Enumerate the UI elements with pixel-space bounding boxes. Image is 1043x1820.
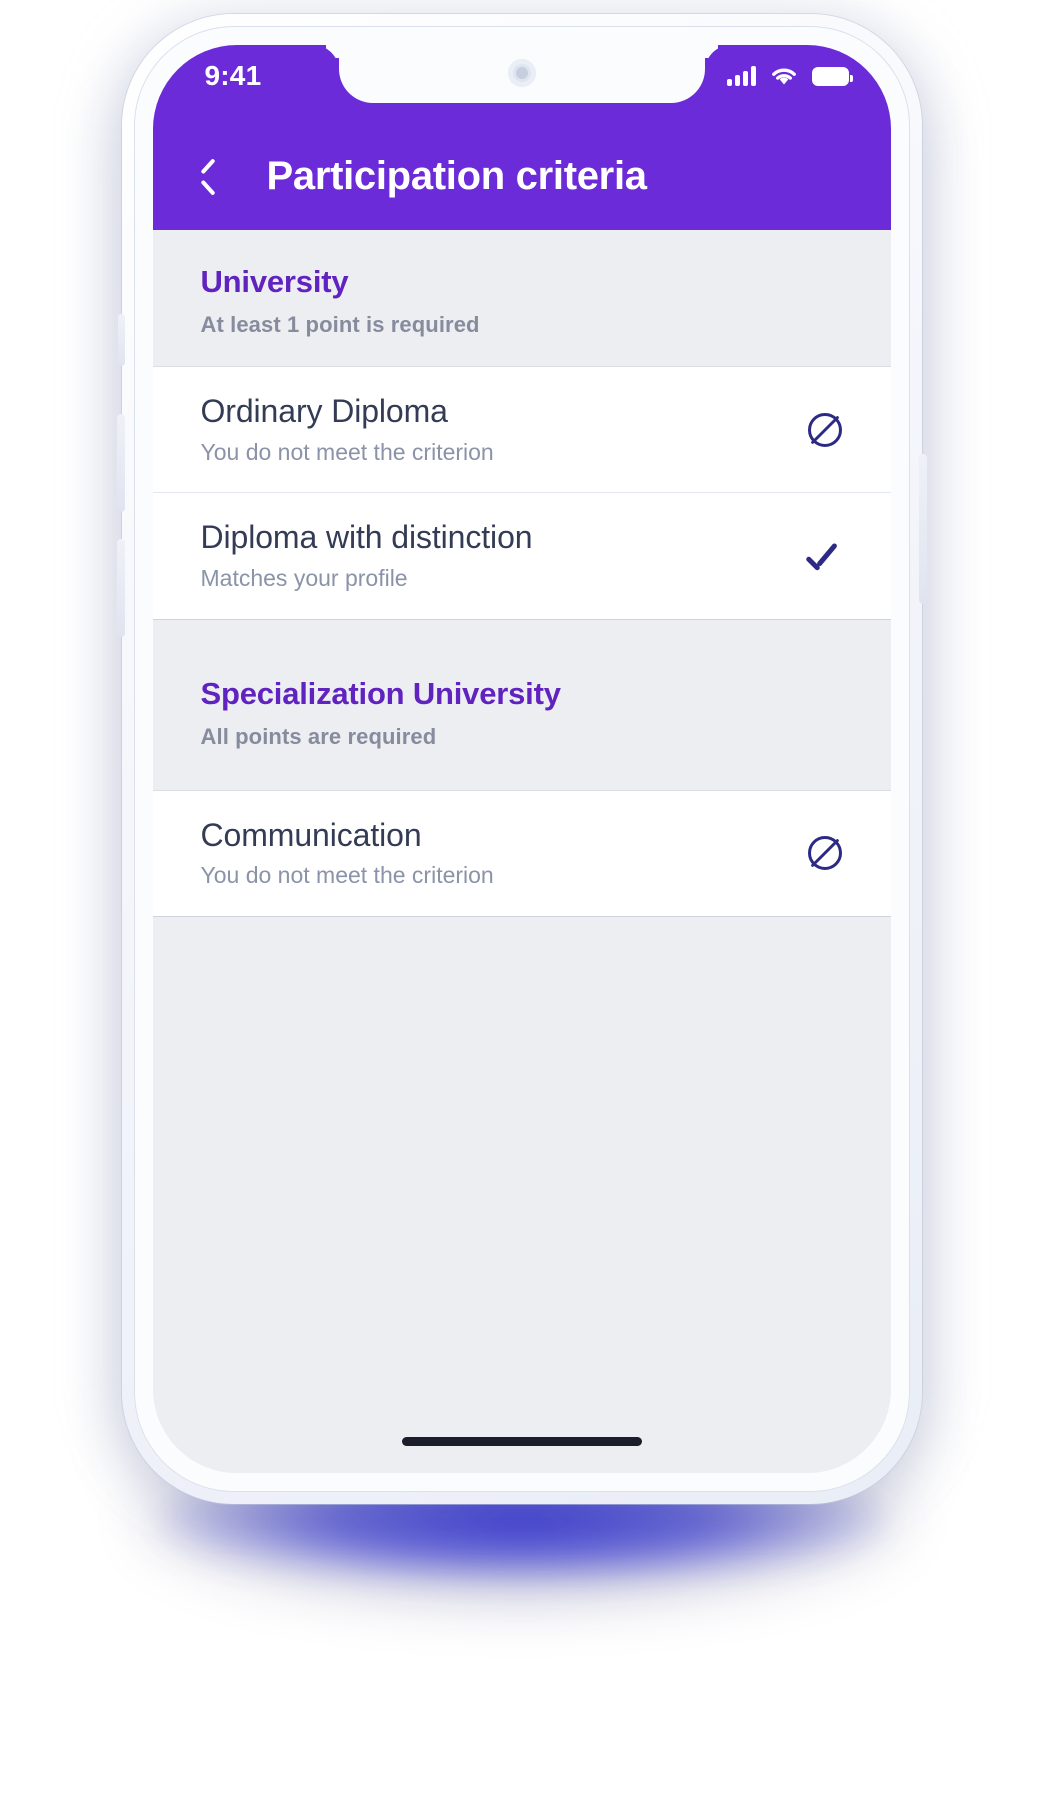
header-title-row: Participation criteria xyxy=(153,137,891,215)
list-item-title: Communication xyxy=(200,816,422,853)
list-item-subtitle: Matches your profile xyxy=(200,565,408,592)
list-item-text: Ordinary Diploma You do not meet the cri… xyxy=(201,393,799,466)
circle-slash-icon xyxy=(807,412,842,447)
list-item[interactable]: Diploma with distinction Matches your pr… xyxy=(152,492,891,619)
list-item[interactable]: Communication You do not meet the criter… xyxy=(152,790,891,917)
phone-screen: 9:41 Participation criteria University A… xyxy=(152,45,891,1473)
wifi-icon xyxy=(771,68,796,85)
silent-switch[interactable] xyxy=(117,314,125,366)
status-indicators xyxy=(726,65,853,87)
home-indicator[interactable] xyxy=(401,1436,642,1446)
section-items-specialization-university: Communication You do not meet the criter… xyxy=(152,789,891,918)
signal-icon xyxy=(726,66,756,86)
volume-up-button[interactable] xyxy=(116,414,125,512)
device-notch xyxy=(338,45,705,103)
list-item[interactable]: Ordinary Diploma You do not meet the cri… xyxy=(152,367,891,493)
status-icon-slot xyxy=(799,530,851,582)
battery-icon xyxy=(811,66,853,86)
check-icon xyxy=(806,542,844,570)
list-item-subtitle: You do not meet the criterion xyxy=(200,862,494,889)
circle-slash-icon xyxy=(807,836,842,871)
phone-device-frame: 9:41 Participation criteria University A… xyxy=(116,14,927,1504)
volume-down-button[interactable] xyxy=(116,539,125,637)
page-title: Participation criteria xyxy=(266,153,648,198)
list-item-title: Ordinary Diploma xyxy=(200,393,448,429)
app-header: 9:41 Participation criteria xyxy=(152,45,891,230)
section-items-university: Ordinary Diploma You do not meet the cri… xyxy=(152,366,891,620)
power-button[interactable] xyxy=(918,454,927,604)
criteria-list[interactable]: University At least 1 point is required … xyxy=(152,230,891,1473)
list-item-title: Diploma with distinction xyxy=(200,519,533,556)
section-header-university: University At least 1 point is required xyxy=(152,230,891,366)
section-title: University xyxy=(200,264,349,299)
section-subtitle: All points are required xyxy=(200,723,437,749)
chevron-left-icon xyxy=(198,159,218,193)
section-title: Specialization University xyxy=(200,675,561,711)
section-header-specialization-university: Specialization University All points are… xyxy=(152,619,891,790)
status-icon-slot xyxy=(799,827,851,879)
back-button[interactable] xyxy=(175,143,241,209)
list-item-text: Communication You do not meet the criter… xyxy=(201,817,799,890)
section-subtitle: At least 1 point is required xyxy=(200,312,480,337)
home-indicator-area xyxy=(152,1409,891,1473)
front-camera-icon xyxy=(507,59,536,87)
status-time: 9:41 xyxy=(204,60,262,91)
status-icon-slot xyxy=(799,404,851,456)
list-item-subtitle: You do not meet the criterion xyxy=(200,438,494,465)
list-item-text: Diploma with distinction Matches your pr… xyxy=(201,519,799,592)
screenshot-stage: 9:41 Participation criteria University A… xyxy=(0,0,1043,1820)
